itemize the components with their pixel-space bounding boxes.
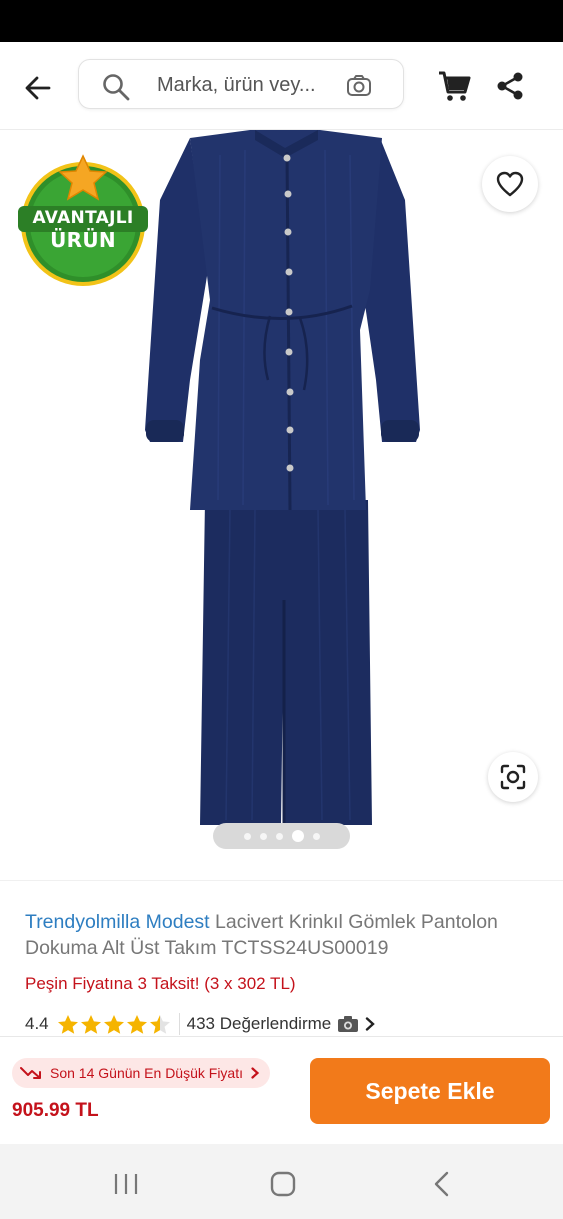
- rating-row[interactable]: 4.4 433 Değerlendirme: [25, 1011, 376, 1037]
- visual-search-button[interactable]: [488, 752, 538, 802]
- camera-search-icon[interactable]: [345, 72, 373, 100]
- lens-icon: [500, 764, 526, 790]
- gallery-pagination: [213, 823, 350, 849]
- chevron-right-icon: [251, 1067, 260, 1079]
- top-bar: Marka, ürün vey...: [0, 42, 563, 130]
- home-icon[interactable]: [270, 1171, 296, 1197]
- system-nav-bar: [0, 1144, 563, 1219]
- price: 905.99 TL: [12, 1100, 99, 1121]
- advantage-badge-text: AVANTAJLI ÜRÜN: [16, 206, 150, 252]
- star-icon: [57, 1014, 78, 1034]
- cart-icon[interactable]: [436, 68, 472, 104]
- divider: [178, 1013, 180, 1035]
- product-info: Trendyolmilla Modest Lacivert Krinkıl Gö…: [0, 880, 563, 1037]
- search-input[interactable]: Marka, ürün vey...: [78, 59, 404, 109]
- pagination-dot[interactable]: [275, 832, 283, 840]
- lowest-price-text: Son 14 Günün En Düşük Fiyatı: [50, 1065, 243, 1081]
- bottom-action-bar: Son 14 Günün En Düşük Fiyatı 905.99 TL S…: [0, 1038, 563, 1144]
- badge-line1: AVANTAJLI: [32, 208, 134, 228]
- brand-link[interactable]: Trendyolmilla Modest: [25, 911, 210, 933]
- favorite-button[interactable]: [482, 156, 538, 212]
- star-icon: [126, 1014, 147, 1034]
- product-title: Trendyolmilla Modest Lacivert Krinkıl Gö…: [25, 909, 545, 961]
- status-bar: [0, 0, 563, 42]
- recent-apps-icon[interactable]: [113, 1173, 139, 1195]
- heart-icon: [496, 171, 524, 197]
- review-count[interactable]: 433 Değerlendirme: [187, 1014, 332, 1034]
- rating-value: 4.4: [25, 1014, 49, 1033]
- chevron-right-icon[interactable]: [365, 1017, 376, 1031]
- pagination-dot-active[interactable]: [291, 830, 304, 842]
- camera-icon: [338, 1016, 359, 1032]
- product-gallery[interactable]: AVANTAJLI ÜRÜN: [0, 130, 563, 878]
- pagination-dot[interactable]: [243, 832, 251, 840]
- lowest-price-badge[interactable]: Son 14 Günün En Düşük Fiyatı: [12, 1058, 270, 1088]
- rating-stars: [57, 1014, 171, 1035]
- pagination-dot[interactable]: [312, 832, 320, 840]
- installment-text: Peşin Fiyatına 3 Taksit! (3 x 302 TL): [25, 974, 296, 993]
- pagination-dot[interactable]: [259, 832, 267, 840]
- badge-line2: ÜRÜN: [50, 228, 116, 252]
- search-placeholder: Marka, ürün vey...: [157, 74, 316, 96]
- star-icon: [80, 1014, 101, 1034]
- search-icon: [103, 74, 130, 101]
- back-button[interactable]: [16, 66, 60, 110]
- share-icon[interactable]: [494, 70, 526, 102]
- system-back-icon[interactable]: [432, 1171, 450, 1197]
- add-to-cart-button[interactable]: Sepete Ekle: [310, 1058, 550, 1124]
- star-icon: [103, 1014, 124, 1034]
- trend-down-icon: [20, 1067, 41, 1079]
- half-star-icon: [149, 1014, 170, 1034]
- back-arrow-icon: [25, 76, 51, 100]
